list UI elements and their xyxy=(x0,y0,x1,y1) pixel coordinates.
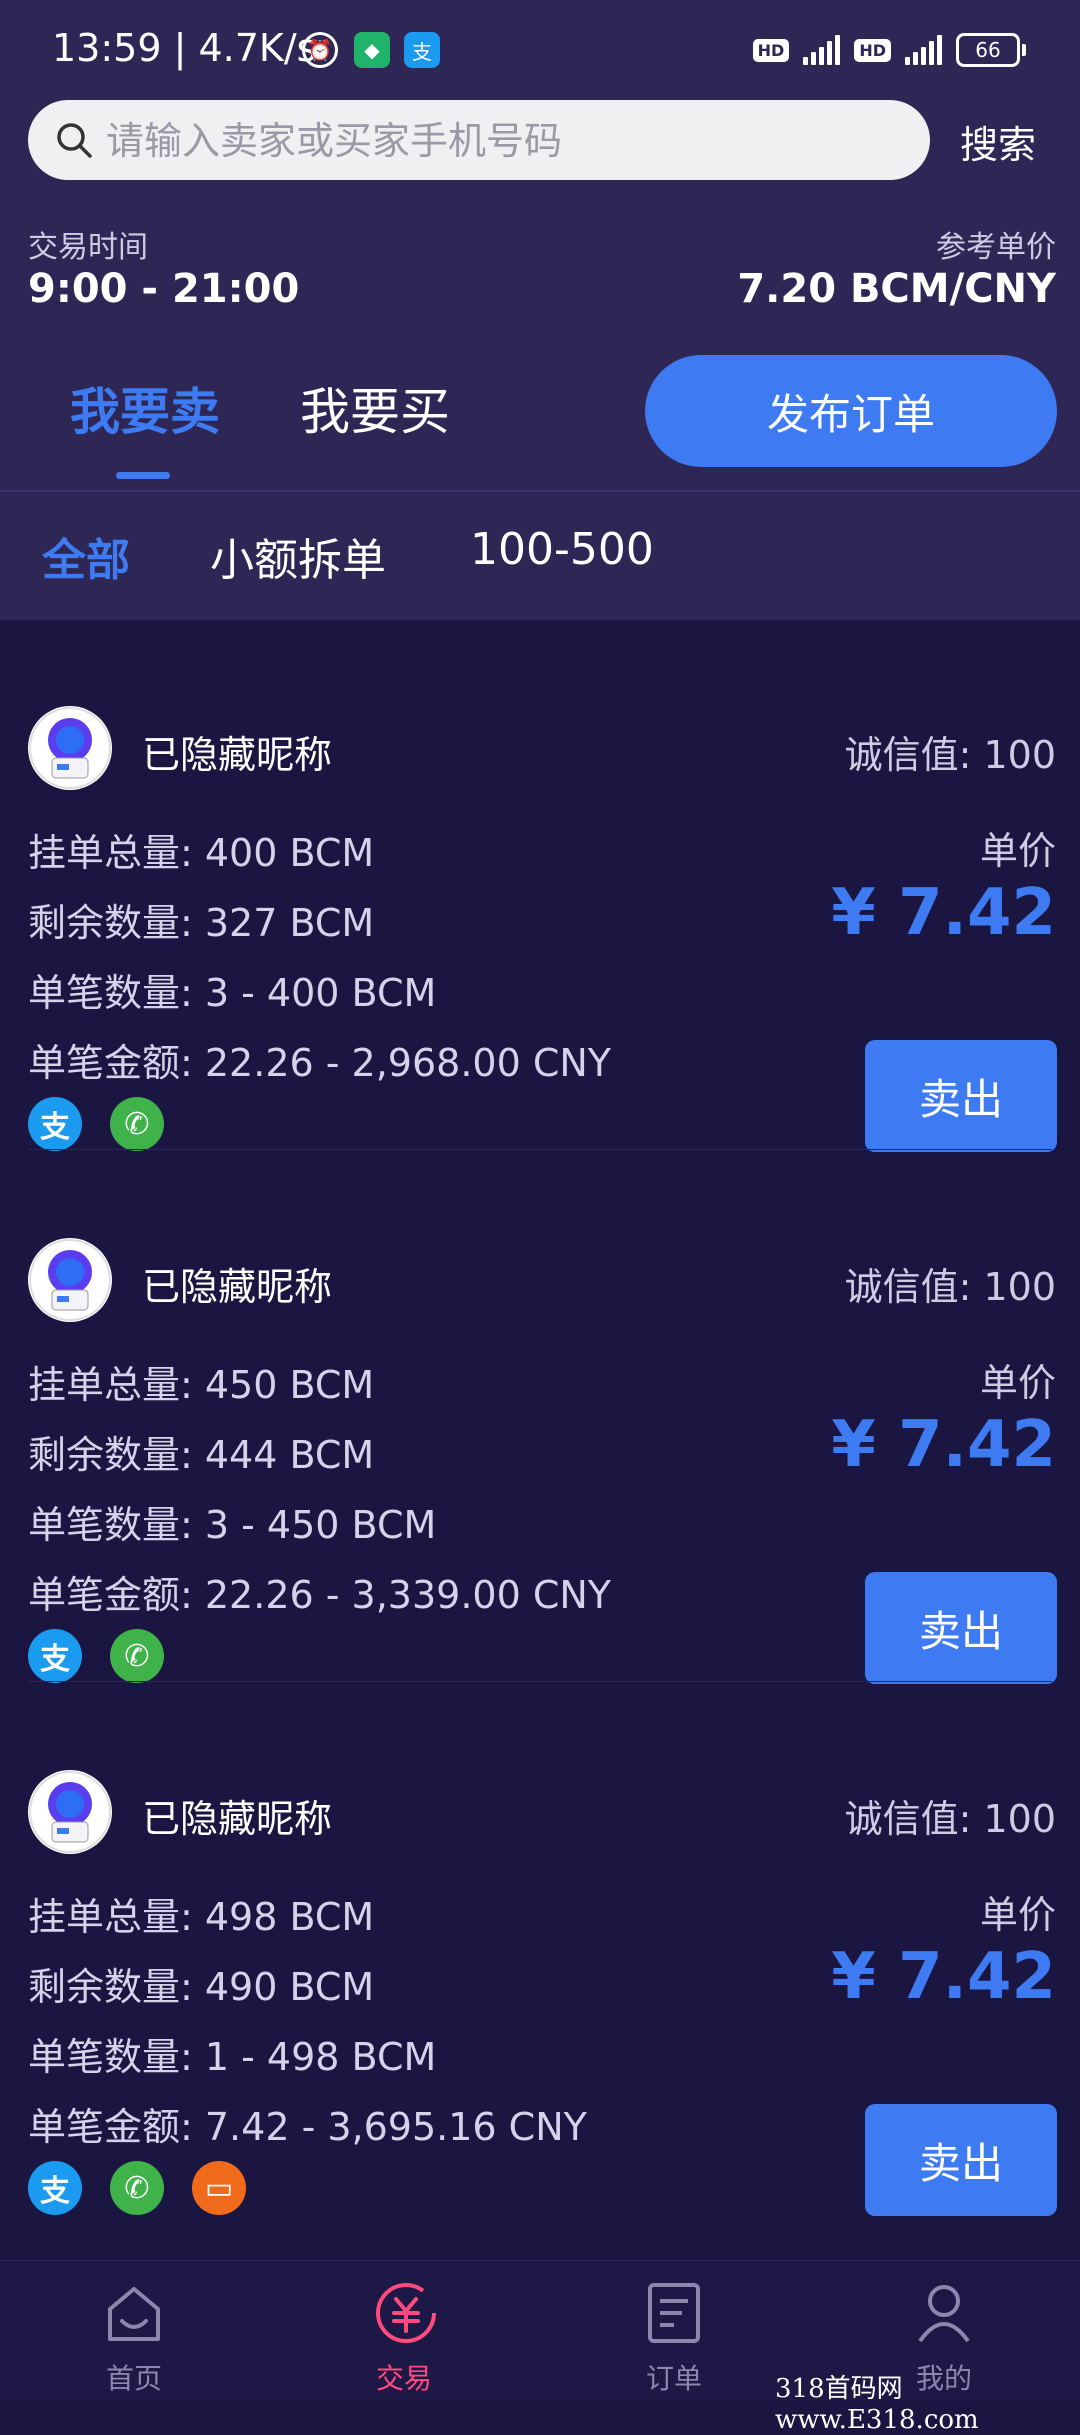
alipay-icon: 支 xyxy=(28,1097,82,1151)
nav-label: 交易 xyxy=(375,2362,432,2395)
nav-orders[interactable]: 订单 xyxy=(574,2261,774,2401)
ref-price-value: 7.20 BCM/CNY xyxy=(737,266,1056,312)
astronaut-avatar-icon xyxy=(29,707,111,789)
order-card: 已隐藏昵称 诚信值: 100 挂单总量: 498 BCM 剩余数量: 490 B… xyxy=(0,1684,1080,2216)
watermark: 318首码网 www.E318.com xyxy=(775,2374,979,2435)
battery-icon: 66 xyxy=(956,33,1026,67)
avatar xyxy=(28,706,112,790)
sell-button[interactable]: 卖出 xyxy=(865,1040,1057,1152)
wechat-pay-icon: ✆ xyxy=(110,2161,164,2215)
seller-nickname: 已隐藏昵称 xyxy=(142,1797,333,1841)
remaining-amount: 剩余数量: 490 BCM xyxy=(28,1965,375,2009)
avatar xyxy=(28,1770,112,1854)
total-amount: 挂单总量: 450 BCM xyxy=(28,1363,375,1407)
publish-order-button[interactable]: 发布订单 xyxy=(645,355,1057,467)
alipay-icon: 支 xyxy=(28,2161,82,2215)
nav-label: 首页 xyxy=(105,2362,162,2395)
status-bar: 13:59 | 4.7K/s ⏰ ◆ 支 HD HD 66 xyxy=(0,0,1080,100)
astronaut-avatar-icon xyxy=(29,1771,111,1853)
hd-icon: HD xyxy=(752,38,790,62)
ref-price-label: 参考单价 xyxy=(936,230,1056,265)
sell-button[interactable]: 卖出 xyxy=(865,1572,1057,1684)
profile-icon xyxy=(918,2285,970,2343)
nav-home[interactable]: 首页 xyxy=(34,2261,234,2401)
filter-all[interactable]: 全部 xyxy=(42,524,130,588)
total-amount: 挂单总量: 400 BCM xyxy=(28,831,375,875)
nav-label: 订单 xyxy=(645,2362,702,2395)
order-card: 已隐藏昵称 诚信值: 100 挂单总量: 450 BCM 剩余数量: 444 B… xyxy=(0,1152,1080,1684)
remaining-amount: 剩余数量: 444 BCM xyxy=(28,1433,375,1477)
credit-score: 诚信值: 100 xyxy=(844,1797,1056,1841)
divider xyxy=(0,490,1080,492)
per-order-amount: 单笔金额: 22.26 - 2,968.00 CNY xyxy=(28,1041,612,1085)
tab-sell[interactable]: 我要卖 xyxy=(70,372,220,444)
divider xyxy=(28,1681,1052,1682)
unit-price: ¥ 7.42 xyxy=(831,1408,1056,1482)
avatar xyxy=(28,1238,112,1322)
security-app-icon: ◆ xyxy=(354,32,390,68)
wechat-pay-icon: ✆ xyxy=(110,1097,164,1151)
per-order-quantity: 单笔数量: 3 - 400 BCM xyxy=(28,971,437,1015)
seller-nickname: 已隐藏昵称 xyxy=(142,1265,333,1309)
alarm-icon: ⏰ xyxy=(302,32,338,68)
alipay-app-icon: 支 xyxy=(404,32,440,68)
per-order-amount: 单笔金额: 7.42 - 3,695.16 CNY xyxy=(28,2105,587,2149)
hd-icon-2: HD xyxy=(854,38,891,62)
bank-card-icon: ▭ xyxy=(192,2161,246,2215)
seller-nickname: 已隐藏昵称 xyxy=(142,733,333,777)
trade-icon xyxy=(376,2283,436,2343)
divider xyxy=(28,1149,1052,1150)
trade-time-value: 9:00 - 21:00 xyxy=(28,266,300,312)
header-panel: 13:59 | 4.7K/s ⏰ ◆ 支 HD HD 66 搜索 交易时间 9:… xyxy=(0,0,1080,620)
per-order-quantity: 单笔数量: 3 - 450 BCM xyxy=(28,1503,437,1547)
total-amount: 挂单总量: 498 BCM xyxy=(28,1895,375,1939)
unit-price: ¥ 7.42 xyxy=(831,876,1056,950)
tab-buy[interactable]: 我要买 xyxy=(300,372,450,444)
wechat-pay-icon: ✆ xyxy=(110,1629,164,1683)
status-time: 13:59 | 4.7K/s xyxy=(52,26,317,70)
search-button[interactable]: 搜索 xyxy=(960,114,1036,169)
trade-time-label: 交易时间 xyxy=(28,230,148,265)
price-label: 单价 xyxy=(979,829,1056,873)
remaining-amount: 剩余数量: 327 BCM xyxy=(28,901,375,945)
order-icon xyxy=(648,2283,700,2343)
search-icon xyxy=(57,123,92,158)
per-order-quantity: 单笔数量: 1 - 498 BCM xyxy=(28,2035,437,2079)
filter-100-500[interactable]: 100-500 xyxy=(470,524,654,575)
unit-price: ¥ 7.42 xyxy=(831,1940,1056,2014)
search-input[interactable] xyxy=(104,100,908,182)
sell-button[interactable]: 卖出 xyxy=(865,2104,1057,2216)
alipay-icon: 支 xyxy=(28,1629,82,1683)
status-right-icons: HD HD 66 xyxy=(752,30,1026,70)
credit-score: 诚信值: 100 xyxy=(844,733,1056,777)
nav-trade[interactable]: 交易 xyxy=(304,2261,504,2401)
astronaut-avatar-icon xyxy=(29,1239,111,1321)
order-card: 已隐藏昵称 诚信值: 100 挂单总量: 400 BCM 剩余数量: 327 B… xyxy=(0,620,1080,1152)
active-tab-indicator xyxy=(116,472,170,479)
signal-icon xyxy=(803,35,841,65)
signal-icon-2 xyxy=(905,35,942,65)
search-box[interactable] xyxy=(28,100,930,182)
credit-score: 诚信值: 100 xyxy=(844,1265,1056,1309)
price-label: 单价 xyxy=(979,1361,1056,1405)
per-order-amount: 单笔金额: 22.26 - 3,339.00 CNY xyxy=(28,1573,612,1617)
filter-small-split[interactable]: 小额拆单 xyxy=(210,524,386,588)
price-label: 单价 xyxy=(979,1893,1056,1937)
home-icon xyxy=(108,2287,160,2341)
